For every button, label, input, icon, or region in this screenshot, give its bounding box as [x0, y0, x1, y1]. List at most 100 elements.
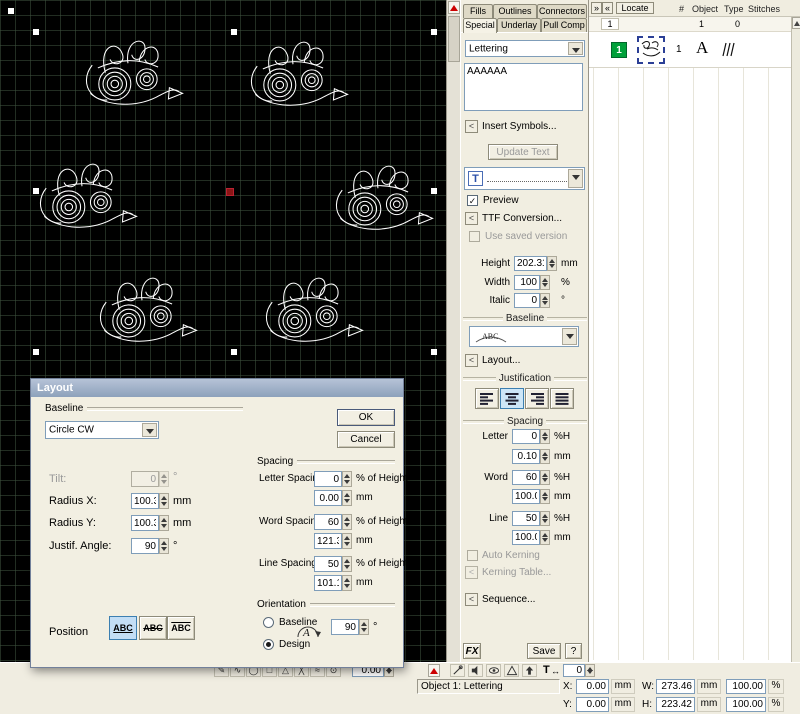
tab-connectors[interactable]: Connectors	[537, 4, 587, 18]
height-coordinate-input[interactable]	[656, 697, 695, 712]
lettering-design-object[interactable]	[243, 36, 358, 116]
expand-all-icon[interactable]: »	[591, 2, 602, 14]
selection-handle[interactable]	[33, 29, 39, 35]
height-spinner[interactable]	[547, 256, 557, 271]
use-saved-version-checkbox[interactable]	[469, 231, 480, 242]
y-coordinate-input[interactable]	[576, 697, 609, 712]
justify-angle-spinner[interactable]	[159, 538, 169, 554]
update-text-button[interactable]: Update Text	[488, 144, 558, 160]
radius-x-input[interactable]	[131, 493, 159, 509]
lettering-design-object[interactable]	[92, 272, 207, 352]
fx-button[interactable]: FX	[463, 643, 481, 659]
collapse-all-icon[interactable]: «	[602, 2, 613, 14]
color-number-badge[interactable]: 1	[611, 42, 627, 58]
collapse-arrow-icon[interactable]: <	[465, 212, 478, 225]
width-input[interactable]	[514, 275, 540, 290]
tab-outlines[interactable]: Outlines	[493, 4, 537, 18]
insert-symbols-button[interactable]: Insert Symbols...	[482, 121, 556, 132]
font-select[interactable]: T	[464, 167, 585, 190]
needle-point-icon[interactable]	[450, 664, 465, 677]
radius-y-spinner[interactable]	[159, 515, 169, 531]
object-list-empty-area[interactable]	[593, 68, 791, 660]
object-list-scrollbar[interactable]	[791, 17, 800, 662]
lettering-design-object[interactable]	[328, 160, 443, 240]
selection-handle[interactable]	[33, 188, 39, 194]
radius-x-spinner[interactable]	[159, 493, 169, 509]
object-kind-select[interactable]: Lettering	[465, 40, 585, 57]
italic-input[interactable]	[514, 293, 540, 308]
justify-angle-input[interactable]	[131, 538, 159, 554]
selection-handle[interactable]	[8, 8, 14, 14]
orientation-baseline-radio[interactable]	[263, 617, 274, 628]
scrollbar-thumb[interactable]	[448, 16, 460, 62]
lettering-design-object[interactable]	[32, 158, 147, 238]
line-spacing-pct-spinner[interactable]	[342, 556, 352, 572]
word-spacing-input[interactable]	[512, 470, 540, 485]
rotation-center-marker[interactable]	[226, 188, 234, 196]
collapse-arrow-icon[interactable]: <	[465, 593, 478, 606]
column-header-stitches[interactable]: Stitches	[748, 4, 780, 14]
word-spacing-mm-spinner[interactable]	[540, 489, 550, 504]
lettering-text-input[interactable]: AAAAAA	[464, 63, 583, 111]
letter-spacing-pct-spinner[interactable]	[342, 471, 352, 487]
orientation-angle-input[interactable]	[331, 619, 359, 635]
orientation-design-radio[interactable]	[263, 639, 274, 650]
selection-handle[interactable]	[231, 349, 237, 355]
word-spacing-pct-spinner[interactable]	[342, 514, 352, 530]
letter-angle-spinner[interactable]	[585, 664, 595, 677]
selection-handle[interactable]	[431, 29, 437, 35]
scroll-up-button[interactable]	[448, 1, 460, 14]
x-coordinate-input[interactable]	[576, 679, 609, 694]
auto-kerning-checkbox[interactable]	[467, 550, 478, 561]
line-spacing-spinner[interactable]	[540, 511, 550, 526]
column-header-object[interactable]: Object	[692, 4, 718, 14]
save-button[interactable]: Save	[527, 643, 561, 659]
baseline-shape-select[interactable]: Circle CW	[45, 421, 159, 439]
lettering-design-object[interactable]	[258, 272, 373, 352]
ttf-conversion-button[interactable]: TTF Conversion...	[482, 213, 562, 224]
canvas-vertical-scrollbar[interactable]	[446, 0, 460, 662]
line-spacing-mm-spinner[interactable]	[342, 575, 352, 591]
word-spacing-mm-input[interactable]	[314, 533, 342, 549]
object-list-item[interactable]: 1 1 A	[589, 32, 791, 68]
color-group-row[interactable]: 1 1 0	[589, 17, 791, 32]
column-header-type[interactable]: Type	[724, 4, 744, 14]
word-spacing-mm-spinner[interactable]	[342, 533, 352, 549]
justify-right-button[interactable]	[525, 388, 549, 409]
justify-full-button[interactable]	[550, 388, 574, 409]
sequence-button[interactable]: Sequence...	[482, 594, 535, 605]
word-spacing-mm-input[interactable]	[512, 489, 540, 504]
arrow-up-icon[interactable]	[522, 664, 537, 677]
height-percent-input[interactable]	[726, 697, 766, 712]
orientation-angle-spinner[interactable]	[359, 619, 369, 635]
chevron-down-icon[interactable]	[568, 169, 583, 188]
height-input[interactable]	[514, 256, 547, 271]
line-spacing-mm-input[interactable]	[512, 530, 540, 545]
scroll-up-button[interactable]	[792, 17, 800, 29]
object-thumbnail[interactable]	[637, 36, 665, 64]
chevron-down-icon[interactable]	[562, 328, 577, 345]
chevron-down-icon[interactable]	[142, 423, 157, 437]
selection-handle[interactable]	[431, 188, 437, 194]
letter-spacing-mm-spinner[interactable]	[342, 490, 352, 506]
selection-handle[interactable]	[231, 29, 237, 35]
line-spacing-mm-spinner[interactable]	[540, 530, 550, 545]
chevron-down-icon[interactable]	[568, 42, 583, 55]
word-spacing-pct-input[interactable]	[314, 514, 342, 530]
column-header-number[interactable]: #	[679, 4, 684, 14]
hoop-triangle-icon[interactable]	[504, 664, 519, 677]
width-spinner[interactable]	[540, 275, 550, 290]
collapse-arrow-icon[interactable]: <	[465, 120, 478, 133]
justify-center-button[interactable]	[500, 388, 524, 409]
tab-special[interactable]: Special	[463, 18, 497, 33]
locate-button[interactable]: Locate	[616, 2, 654, 14]
letter-spacing-spinner[interactable]	[540, 429, 550, 444]
word-spacing-spinner[interactable]	[540, 470, 550, 485]
preview-checkbox[interactable]: ✓	[467, 195, 478, 206]
lettering-design-object[interactable]	[78, 35, 193, 115]
collapse-arrow-icon[interactable]: <	[465, 354, 478, 367]
tab-underlay[interactable]: Underlay	[497, 18, 541, 32]
letter-spacing-mm-input[interactable]	[512, 449, 540, 464]
position-middle-button[interactable]: ABC	[139, 616, 167, 640]
tab-fills[interactable]: Fills	[463, 4, 493, 18]
